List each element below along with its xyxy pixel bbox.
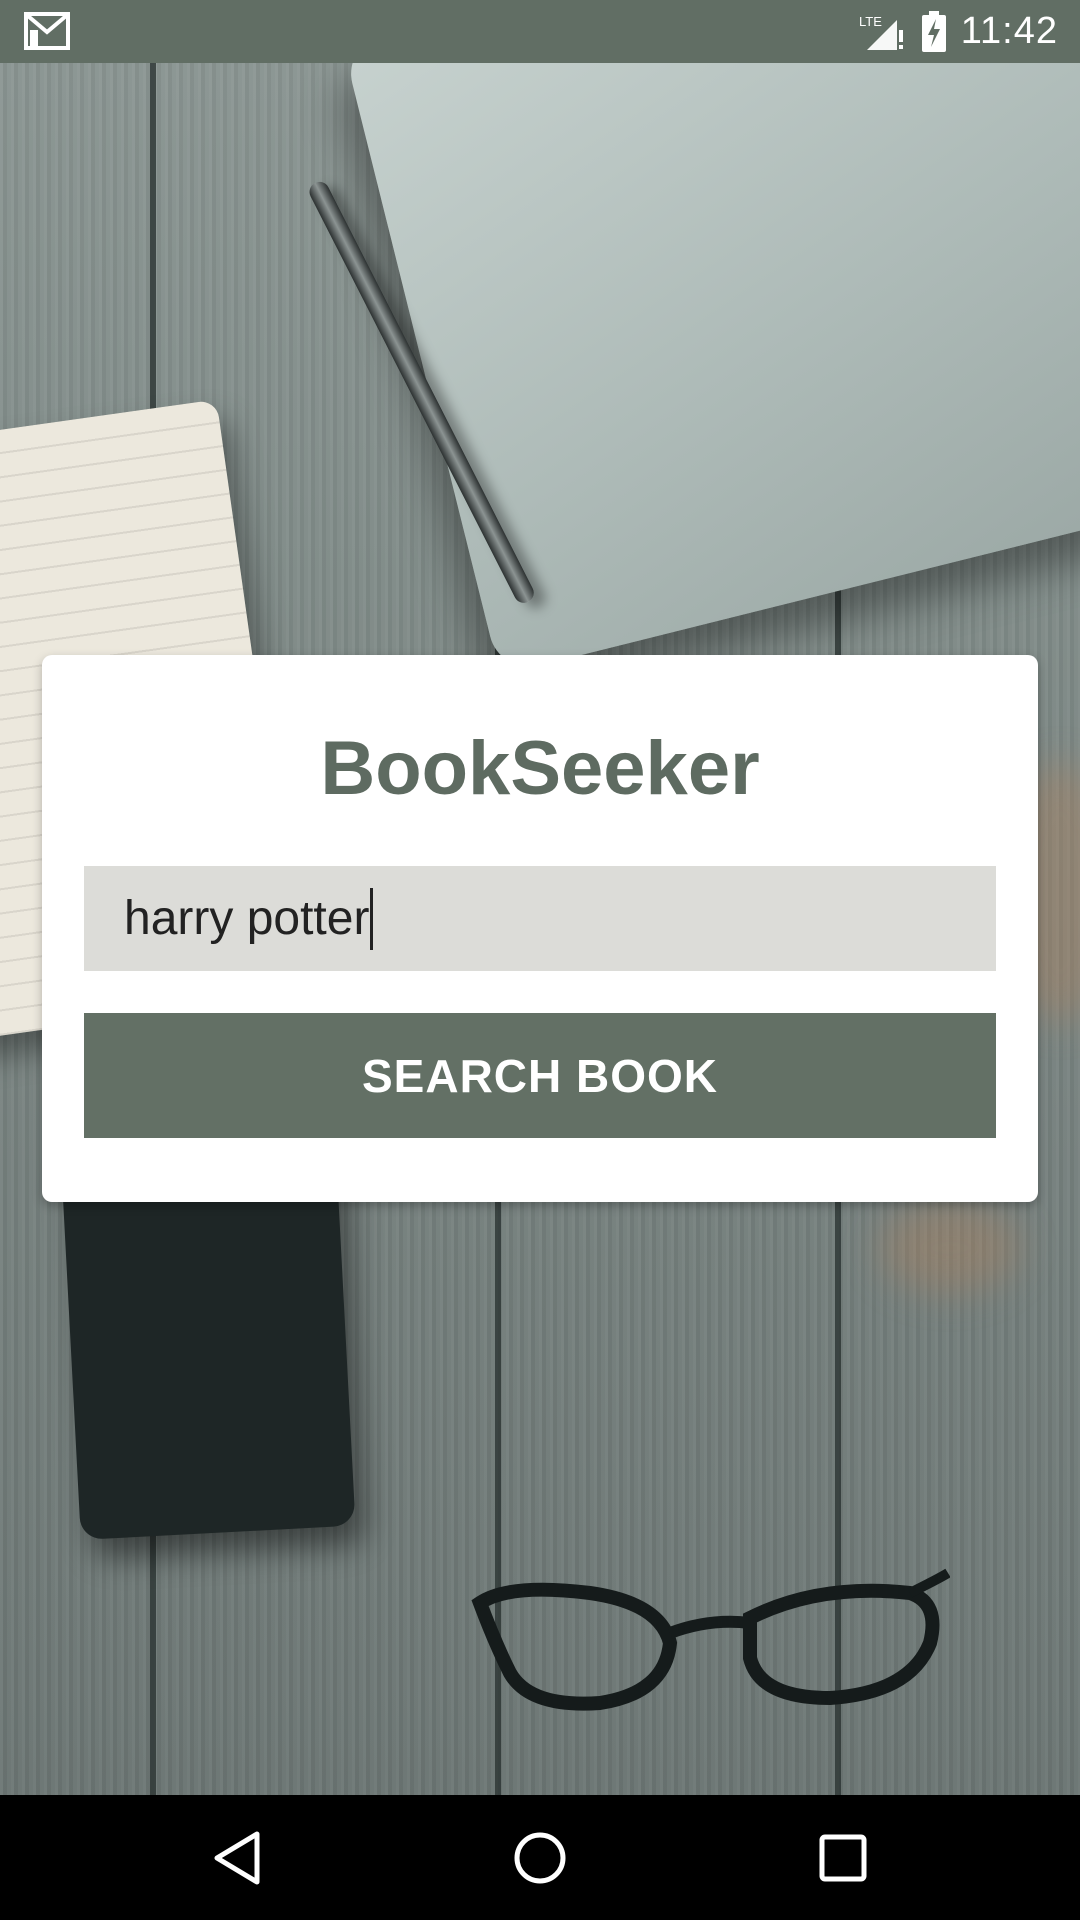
search-book-button[interactable]: SEARCH BOOK (84, 1013, 996, 1138)
glasses-image (471, 1568, 950, 1711)
app-title: BookSeeker (320, 726, 760, 811)
search-card: BookSeeker harry potter SEARCH BOOK (42, 655, 1038, 1202)
recents-button[interactable] (810, 1825, 876, 1891)
back-button[interactable] (204, 1825, 270, 1891)
status-bar: LTE 11:42 (0, 0, 1080, 63)
battery-charging-icon (921, 10, 946, 52)
home-button[interactable] (507, 1825, 573, 1891)
back-icon (214, 1831, 260, 1885)
gmail-icon (24, 12, 70, 50)
signal-icon: LTE (859, 14, 903, 50)
text-cursor (370, 887, 374, 950)
network-type: LTE (859, 14, 882, 29)
search-input[interactable]: harry potter (84, 866, 996, 971)
recents-icon (819, 1834, 867, 1882)
search-input-value: harry potter (124, 892, 370, 945)
navigation-bar (0, 1795, 1080, 1920)
wood-knot (880, 1203, 1020, 1293)
status-time: 11:42 (960, 10, 1058, 52)
home-icon (514, 1832, 566, 1884)
